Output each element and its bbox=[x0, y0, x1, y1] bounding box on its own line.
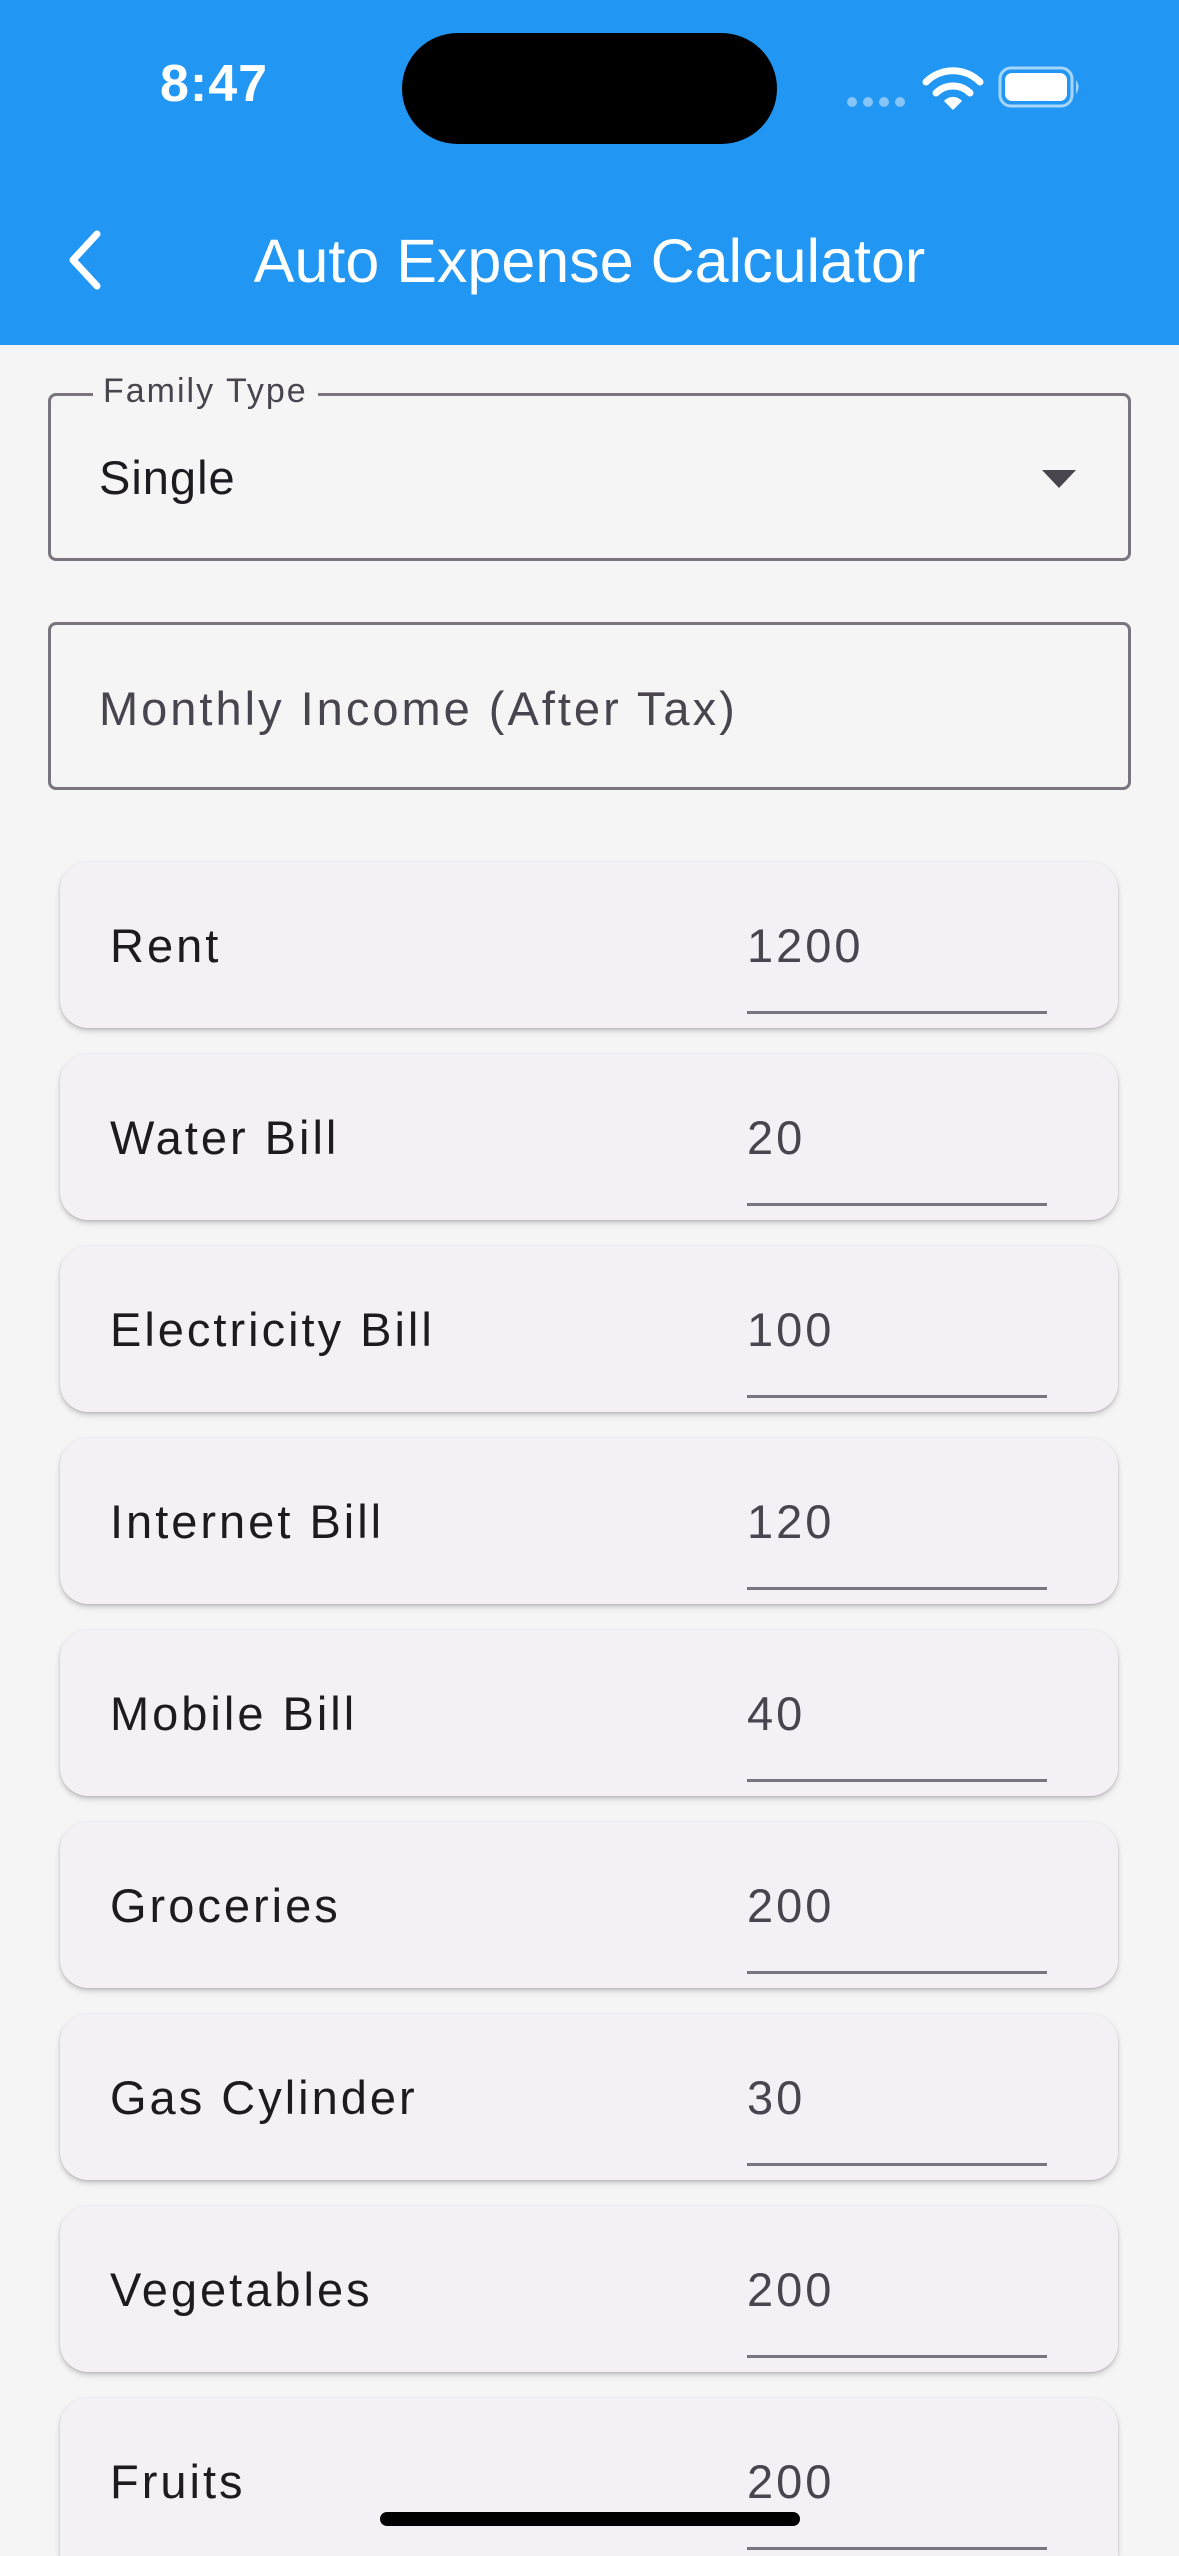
signal-icon bbox=[847, 97, 905, 107]
expense-amount-input[interactable]: 30 bbox=[747, 2044, 1047, 2166]
expense-card-gas-cylinder: Gas Cylinder 30 bbox=[60, 2014, 1118, 2180]
dynamic-island bbox=[402, 33, 777, 144]
expense-label: Rent bbox=[110, 919, 222, 972]
expense-amount-input[interactable]: 100 bbox=[747, 1276, 1047, 1398]
home-indicator[interactable] bbox=[380, 2512, 800, 2526]
page-title: Auto Expense Calculator bbox=[253, 227, 926, 295]
expense-card-vegetables: Vegetables 200 bbox=[60, 2206, 1118, 2372]
expense-amount-value: 20 bbox=[747, 1111, 806, 1164]
expense-amount-value: 100 bbox=[747, 1303, 835, 1356]
expense-label: Groceries bbox=[110, 1879, 341, 1932]
expense-amount-input[interactable]: 20 bbox=[747, 1084, 1047, 1206]
expense-amount-input[interactable]: 1200 bbox=[747, 892, 1047, 1014]
monthly-income-input[interactable]: Monthly Income (After Tax) bbox=[48, 622, 1131, 790]
expense-label: Electricity Bill bbox=[110, 1303, 435, 1356]
expense-amount-value: 200 bbox=[747, 2455, 835, 2508]
expense-amount-input[interactable]: 200 bbox=[747, 2236, 1047, 2358]
monthly-income-placeholder: Monthly Income (After Tax) bbox=[99, 682, 738, 735]
caret-down-icon bbox=[1042, 470, 1076, 488]
expense-amount-value: 200 bbox=[747, 1879, 835, 1932]
expense-label: Mobile Bill bbox=[110, 1687, 358, 1740]
expense-card-internet-bill: Internet Bill 120 bbox=[60, 1438, 1118, 1604]
expense-card-groceries: Groceries 200 bbox=[60, 1822, 1118, 1988]
expense-label: Water Bill bbox=[110, 1111, 340, 1164]
expense-card-fruits: Fruits 200 bbox=[60, 2398, 1118, 2556]
expense-label: Internet Bill bbox=[110, 1495, 385, 1548]
expense-amount-input[interactable]: 120 bbox=[747, 1468, 1047, 1590]
wifi-icon bbox=[922, 67, 984, 110]
expense-amount-input[interactable]: 200 bbox=[747, 2428, 1047, 2550]
expense-amount-input[interactable]: 40 bbox=[747, 1660, 1047, 1782]
expense-card-electricity-bill: Electricity Bill 100 bbox=[60, 1246, 1118, 1412]
family-type-value: Single bbox=[99, 451, 236, 504]
expense-label: Fruits bbox=[110, 2455, 246, 2508]
expense-label: Gas Cylinder bbox=[110, 2071, 418, 2124]
expense-card-rent: Rent 1200 bbox=[60, 862, 1118, 1028]
status-time: 8:47 bbox=[160, 55, 269, 113]
battery-icon bbox=[998, 66, 1079, 108]
expense-amount-value: 30 bbox=[747, 2071, 806, 2124]
family-type-dropdown[interactable]: Family Type Single bbox=[48, 372, 1131, 561]
expense-card-mobile-bill: Mobile Bill 40 bbox=[60, 1630, 1118, 1796]
expense-amount-value: 1200 bbox=[747, 919, 864, 972]
expense-amount-value: 40 bbox=[747, 1687, 806, 1740]
app-bar: 8:47 Auto Expense Calculator bbox=[0, 0, 1179, 345]
expense-card-water-bill: Water Bill 20 bbox=[60, 1054, 1118, 1220]
expense-label: Vegetables bbox=[110, 2263, 373, 2316]
expense-amount-value: 200 bbox=[747, 2263, 835, 2316]
expense-amount-input[interactable]: 200 bbox=[747, 1852, 1047, 1974]
expense-amount-value: 120 bbox=[747, 1495, 835, 1548]
family-type-label: Family Type bbox=[93, 372, 318, 411]
